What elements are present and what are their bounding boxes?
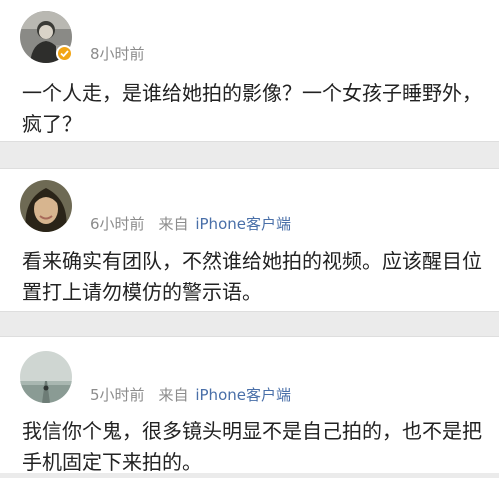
source-prefix: 来自 — [158, 386, 189, 404]
source-prefix: 来自 — [158, 215, 189, 233]
comment-card: 5小时前 来自 iPhone客户端 我信你个鬼，很多镜头明显不是自己拍的，也不是把… — [0, 336, 499, 474]
comment-time: 6小时前 — [90, 215, 145, 233]
comment-text: 看来确实有团队，不然谁给她拍的视频。应该醒目位置打上请勿模仿的警示语。 — [22, 249, 482, 304]
user-avatar[interactable] — [20, 351, 72, 403]
client-link[interactable]: iPhone客户端 — [195, 386, 291, 404]
comment-meta: 6小时前 来自 iPhone客户端 — [90, 213, 291, 234]
comment-time: 8小时前 — [90, 45, 145, 63]
user-avatar[interactable] — [20, 180, 72, 232]
comment-text: 我信你个鬼，很多镜头明显不是自己拍的，也不是把手机固定下来拍的。 — [22, 419, 482, 474]
comment-meta: 5小时前 来自 iPhone客户端 — [90, 384, 291, 405]
verified-badge-icon — [56, 45, 73, 62]
comment-text: 一个人走，是谁给她拍的影像？一个女孩子睡野外，疯了？ — [22, 81, 482, 136]
comment-card: 6小时前 来自 iPhone客户端 看来确实有团队，不然谁给她拍的视频。应该醒目位… — [0, 168, 499, 312]
comment-card: 8小时前 一个人走，是谁给她拍的影像？一个女孩子睡野外，疯了？ — [0, 0, 499, 142]
client-link[interactable]: iPhone客户端 — [195, 215, 291, 233]
comment-meta: 8小时前 — [90, 43, 145, 64]
comment-time: 5小时前 — [90, 386, 145, 404]
